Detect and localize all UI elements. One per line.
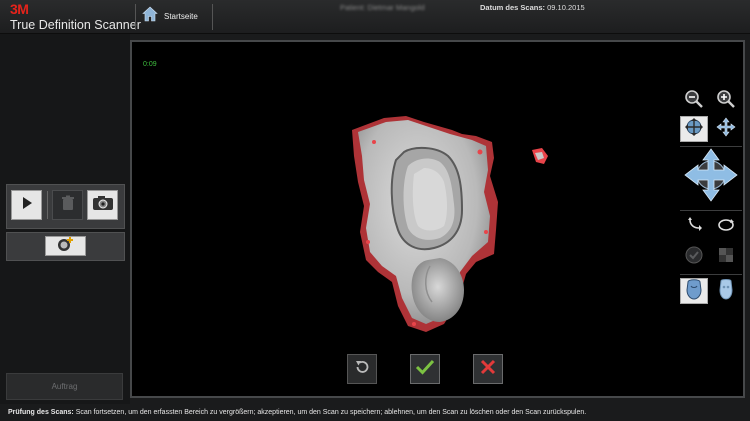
rewind-button[interactable] — [347, 354, 377, 384]
status-text: Scan fortsetzen, um den erfassten Bereic… — [75, 409, 587, 416]
scan-viewport[interactable]: 0:09 — [130, 40, 745, 398]
checkmark-icon — [415, 359, 435, 380]
pan-mode-button[interactable] — [712, 116, 740, 142]
stone-model-button[interactable] — [680, 278, 708, 304]
status-bar: Prüfung des Scans: Scan fortsetzen, um d… — [0, 404, 750, 421]
zoom-in-button[interactable] — [712, 88, 740, 114]
scan-date-label: Datum des Scans: — [480, 3, 546, 12]
control-divider — [47, 191, 48, 219]
rotate-mode-icon — [683, 116, 705, 143]
brand-name: True Definition Scanner — [10, 18, 141, 32]
header-divider — [135, 4, 136, 30]
play-button[interactable] — [11, 190, 42, 220]
scan-controls — [6, 184, 125, 229]
tooth-model-icon — [716, 278, 736, 305]
brand: 3M True Definition Scanner — [10, 2, 141, 32]
scan-date-value: 09.10.2015 — [547, 3, 585, 12]
patient-name: Dietmar Mangold — [367, 3, 425, 12]
delete-button[interactable] — [52, 190, 83, 220]
add-scan-icon — [56, 236, 76, 257]
zoom-in-icon — [716, 89, 736, 114]
play-icon — [20, 196, 34, 215]
left-panel: Auftrag — [0, 34, 130, 404]
add-scan-button[interactable] — [45, 236, 86, 256]
scan-model[interactable] — [344, 112, 574, 342]
header-divider — [212, 4, 213, 30]
zoom-out-icon — [684, 89, 704, 114]
home-icon — [142, 6, 158, 27]
texture-toggle-icon — [718, 247, 734, 268]
navigator-row — [680, 146, 742, 209]
reset-view-icon — [685, 216, 703, 239]
view-navigator-icon — [682, 146, 740, 209]
top-bar: 3M True Definition Scanner Startseite Pa… — [0, 0, 750, 34]
check-ghost-icon — [684, 245, 704, 270]
rotate-180-button[interactable] — [712, 214, 740, 240]
accept-button[interactable] — [410, 354, 440, 384]
view-navigator[interactable] — [682, 146, 740, 209]
home-button[interactable]: Startseite — [142, 6, 198, 27]
patient-label: Patient: — [340, 3, 366, 12]
close-icon — [480, 359, 496, 380]
mode-row — [680, 116, 740, 142]
capture-button[interactable] — [87, 190, 118, 220]
texture-toggle-button[interactable] — [712, 244, 740, 270]
zoom-row — [680, 88, 740, 114]
tooth-model-button[interactable] — [712, 278, 740, 304]
reject-button[interactable] — [473, 354, 503, 384]
toolbar-divider — [680, 210, 742, 211]
rotate-180-icon — [716, 216, 736, 239]
display-row — [680, 244, 740, 270]
zoom-out-button[interactable] — [680, 88, 708, 114]
scan-timer: 0:09 — [143, 61, 157, 68]
add-scan-row — [6, 232, 125, 261]
patient-info: Patient: Dietmar Mangold — [340, 3, 425, 12]
rotate-row — [680, 214, 740, 240]
brand-logo: 3M — [10, 1, 29, 17]
reset-view-button[interactable] — [680, 214, 708, 240]
rotate-mode-button[interactable] — [680, 116, 708, 142]
undo-icon — [354, 359, 370, 380]
trash-icon — [61, 195, 75, 216]
order-button[interactable]: Auftrag — [6, 373, 123, 400]
scan-date: Datum des Scans: 09.10.2015 — [480, 3, 585, 12]
status-label: Prüfung des Scans: — [8, 409, 74, 416]
pan-mode-icon — [715, 116, 737, 143]
stone-model-icon — [684, 278, 704, 305]
scan-actions — [132, 354, 743, 386]
camera-icon — [92, 195, 114, 216]
home-label: Startseite — [164, 12, 198, 21]
toolbar-divider — [680, 274, 742, 275]
check-ghost-button[interactable] — [680, 244, 708, 270]
model-row — [680, 278, 740, 304]
